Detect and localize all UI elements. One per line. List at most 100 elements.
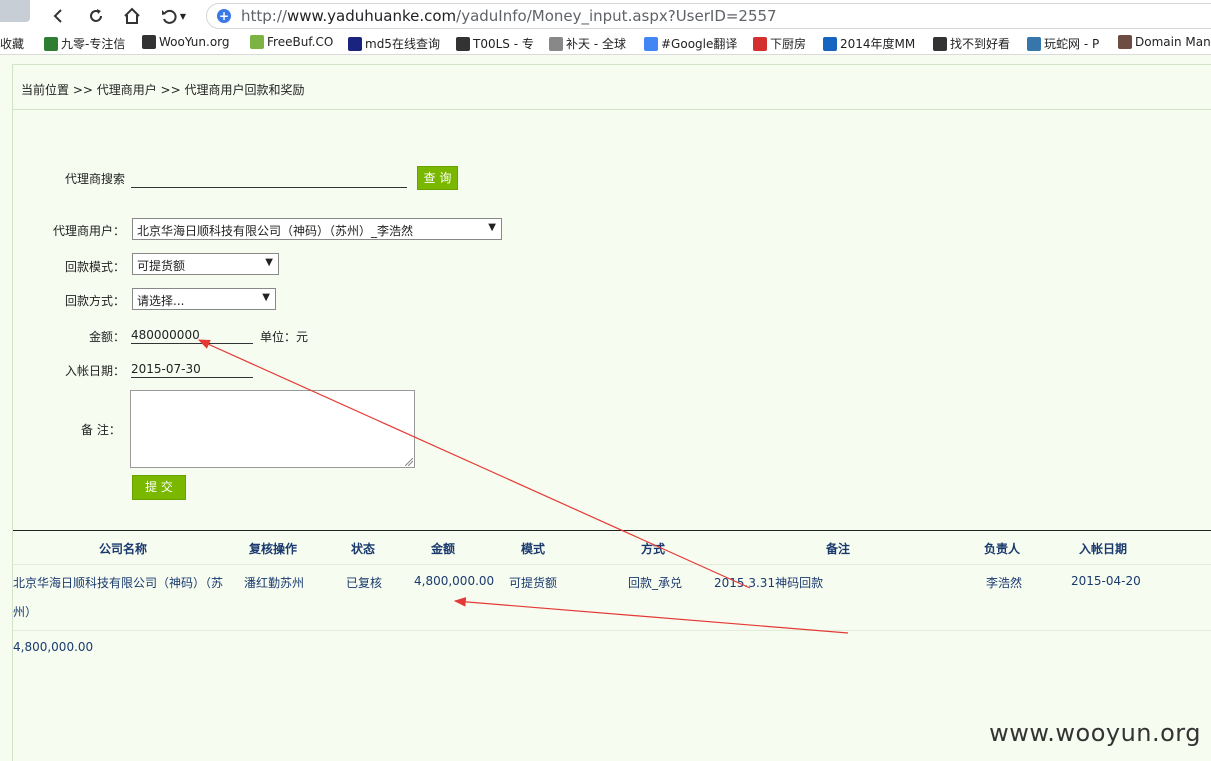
mode-select-value: 可提货额	[137, 259, 186, 273]
bookmark-item[interactable]: 找不到好看	[933, 35, 1010, 52]
agent-select-value: 北京华海日顺科技有限公司（神码）（苏州）_李浩然	[137, 224, 414, 238]
col-header-note: 备注	[826, 542, 851, 556]
method-label: 回款方式：	[65, 294, 126, 308]
cell-method: 回款_承兑	[628, 576, 683, 590]
search-label: 代理商搜索	[65, 172, 126, 186]
cell-note: 2015.3.31神码回款	[714, 576, 824, 590]
bookmark-label: 收藏	[0, 37, 25, 51]
w-icon	[933, 36, 947, 51]
chevron-down-icon: ▼	[179, 11, 187, 21]
back-button[interactable]	[46, 4, 70, 28]
agent-select[interactable]: 北京华海日顺科技有限公司（神码）（苏州）_李浩然 ▼	[132, 218, 502, 240]
page-content: 当前位置 >> 代理商用户 >> 代理商用户回款和奖励 代理商搜索 查 询 代理…	[12, 64, 1211, 761]
browser-toolbar: ▼ + http://www.yaduhuanke.com/yaduInfo/M…	[0, 0, 1211, 32]
amount-input[interactable]	[131, 326, 253, 344]
grid-icon	[348, 36, 362, 51]
leaf-icon	[44, 36, 58, 51]
address-bar[interactable]: + http://www.yaduhuanke.com/yaduInfo/Mon…	[206, 3, 1211, 29]
bookmark-label: 补天 - 全球	[566, 37, 626, 51]
dropdown-arrow-icon: ▼	[262, 292, 270, 303]
cell-review: 潘红勤苏州	[244, 576, 305, 590]
bookmark-label: FreeBuf.CO	[267, 35, 334, 49]
dropdown-arrow-icon: ▼	[488, 222, 496, 233]
cell-amount: 4,800,000.00	[414, 574, 495, 588]
python-icon	[1027, 36, 1041, 51]
bookmark-label: 玩蛇网 - P	[1044, 37, 1100, 51]
cell-owner: 李浩然	[986, 576, 1023, 590]
col-header-amount: 金额	[431, 542, 456, 556]
tools-icon	[456, 36, 470, 51]
bookmark-item[interactable]: 收藏	[0, 35, 24, 52]
bookmark-item[interactable]: Domain Man	[1118, 35, 1211, 49]
mode-select[interactable]: 可提货额 ▼	[132, 253, 279, 275]
bookmark-item[interactable]: T00LS - 专	[456, 35, 534, 52]
translate-icon	[644, 36, 658, 51]
bookmark-item[interactable]: 玩蛇网 - P	[1027, 35, 1099, 52]
kitchen-icon	[753, 36, 767, 51]
method-select[interactable]: 请选择... ▼	[132, 288, 276, 310]
table-total: 4,800,000.00	[13, 640, 94, 654]
cell-mode: 可提货额	[509, 576, 558, 590]
note-label: 备 注：	[81, 423, 121, 437]
domain-icon	[1118, 35, 1132, 49]
breadcrumb-text: 当前位置 >> 代理商用户 >> 代理商用户回款和奖励	[21, 83, 305, 97]
bookmark-label: 下厨房	[770, 37, 807, 51]
dropdown-arrow-icon: ▼	[265, 257, 273, 268]
reload-icon	[90, 9, 102, 22]
sky-icon	[549, 36, 563, 51]
address-url: http://www.yaduhuanke.com/yaduInfo/Money…	[241, 7, 777, 25]
bookmark-label: T00LS - 专	[473, 37, 534, 51]
wooyun-icon	[142, 35, 156, 49]
agent-label: 代理商用户：	[53, 224, 126, 238]
bookmark-item[interactable]: md5在线查询	[348, 35, 440, 52]
history-button[interactable]: ▼	[156, 4, 190, 28]
back-arrow-icon	[53, 9, 62, 23]
bookmark-label: 九零-专注信	[61, 37, 126, 51]
search-button[interactable]: 查 询	[417, 166, 458, 190]
col-header-company: 公司名称	[99, 542, 148, 556]
bookmark-item[interactable]: 补天 - 全球	[549, 35, 626, 52]
search-input[interactable]	[131, 170, 407, 188]
bookmark-label: WooYun.org	[159, 35, 230, 49]
watermark: www.wooyun.org	[989, 719, 1201, 747]
undo-icon	[161, 9, 177, 24]
bookmark-item[interactable]: 九零-专注信	[44, 35, 125, 52]
bookmark-item[interactable]: #Google翻译	[644, 35, 737, 52]
row-separator	[13, 564, 1211, 565]
bookmark-label: md5在线查询	[365, 37, 440, 51]
date-label: 入帐日期：	[65, 364, 126, 378]
bookmark-label: 找不到好看	[950, 37, 1011, 51]
col-header-mode: 模式	[521, 542, 546, 556]
cell-company: 北京华海日顺科技有限公司（神码）（苏 州）	[13, 576, 224, 619]
col-header-date: 入帐日期	[1079, 542, 1128, 556]
bookmark-item[interactable]: WooYun.org	[142, 35, 230, 49]
home-button[interactable]	[120, 4, 144, 28]
date-input[interactable]	[131, 360, 253, 378]
cell-date: 2015-04-20	[1071, 574, 1141, 588]
method-select-value: 请选择...	[137, 294, 185, 308]
bookmark-label: #Google翻译	[661, 37, 738, 51]
row-separator	[13, 630, 1211, 631]
col-header-status: 状态	[351, 542, 376, 556]
bookmarks-bar: 收藏 九零-专注信 WooYun.org FreeBuf.CO md5在线查询 T00LS…	[0, 32, 1211, 55]
amount-unit: 单位：元	[260, 330, 309, 344]
bookmark-item[interactable]: FreeBuf.CO	[250, 35, 333, 49]
bookmark-label: Domain Man	[1135, 35, 1211, 49]
col-header-review: 复核操作	[249, 542, 298, 556]
table-top-border	[13, 530, 1211, 531]
reload-button[interactable]	[84, 4, 108, 28]
home-icon	[124, 7, 140, 24]
freebuf-icon	[250, 35, 264, 49]
bookmark-item[interactable]: 2014年度MM	[823, 35, 915, 52]
cell-status: 已复核	[346, 576, 383, 590]
col-header-method: 方式	[641, 542, 666, 556]
note-textarea[interactable]	[130, 390, 415, 468]
resize-grip-icon	[405, 458, 413, 466]
submit-button[interactable]: 提 交	[132, 475, 186, 500]
window-corner	[0, 0, 30, 22]
bookmark-item[interactable]: 下厨房	[753, 35, 806, 52]
play-icon	[823, 36, 837, 51]
secure-plus-icon: +	[217, 9, 231, 23]
breadcrumb: 当前位置 >> 代理商用户 >> 代理商用户回款和奖励	[13, 64, 1211, 110]
amount-label: 金额：	[89, 330, 126, 344]
